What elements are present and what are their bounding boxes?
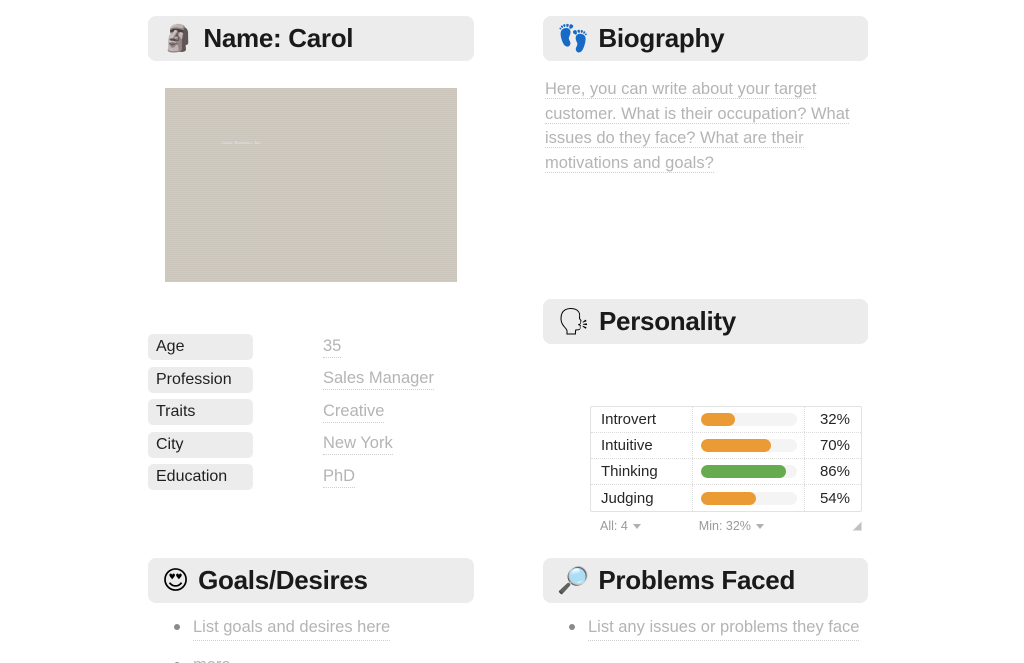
attribute-key[interactable]: Traits xyxy=(148,399,253,426)
biography-body[interactable]: Here, you can write about your target cu… xyxy=(543,77,868,175)
right-column: 👣 Biography Here, you can write about yo… xyxy=(543,0,868,175)
problems-section: 🔎 Problems Faced List any issues or prob… xyxy=(543,558,868,641)
persona-canvas: 🗿 Name: Carol Gator Boosters, Inc. Age 3… xyxy=(0,0,1024,663)
table-row[interactable]: Intuitive 70% xyxy=(591,433,861,459)
attribute-row: City New York xyxy=(148,429,474,462)
trait-bar-cell xyxy=(693,485,805,511)
attribute-key[interactable]: Education xyxy=(148,464,253,491)
attribute-value[interactable]: New York xyxy=(323,434,393,456)
personality-section-banner[interactable]: 🗣 Personality xyxy=(543,299,868,344)
min-value-label: Min: 32% xyxy=(698,519,751,533)
trait-bar-fill xyxy=(700,465,786,478)
trait-percent: 54% xyxy=(819,489,850,507)
trait-percent: 70% xyxy=(819,437,850,454)
attribute-value-cell[interactable]: Sales Manager xyxy=(323,367,434,393)
problems-section-title: Problems Faced xyxy=(598,565,796,595)
list-item[interactable]: List any issues or problems they face xyxy=(543,615,868,641)
biography-section-title: Biography xyxy=(598,23,725,53)
trait-percent: 32% xyxy=(819,411,850,428)
personality-section: 🗣 Personality xyxy=(543,299,868,344)
magnifying-glass-icon: 🔎 xyxy=(557,565,590,596)
goals-section-title: Goals/Desires xyxy=(198,565,368,595)
trait-bar-fill xyxy=(700,491,757,505)
personality-table-footer: All: 4 Min: 32% xyxy=(590,512,862,536)
heart-eyes-icon: 😍 xyxy=(162,565,190,596)
all-count-label: All: 4 xyxy=(600,519,628,533)
trait-bar-fill xyxy=(700,439,771,452)
trait-bar-track xyxy=(700,491,797,505)
table-row[interactable]: Thinking 86% xyxy=(591,459,861,485)
goals-section-banner[interactable]: 😍 Goals/Desires xyxy=(148,558,474,603)
attribute-value[interactable]: Sales Manager xyxy=(323,369,434,391)
chevron-down-icon xyxy=(632,523,641,529)
name-section-title: Name: Carol xyxy=(203,23,354,53)
list-item[interactable]: more xyxy=(148,653,474,663)
left-column: 🗿 Name: Carol xyxy=(148,0,474,61)
goals-list: List goals and desires here more xyxy=(148,615,474,663)
attribute-row: Traits Creative xyxy=(148,396,474,429)
attribute-value[interactable]: 35 xyxy=(323,337,342,358)
goals-section: 😍 Goals/Desires List goals and desires h… xyxy=(148,558,474,663)
trait-percent: 86% xyxy=(819,463,850,480)
trait-bar-track xyxy=(700,465,797,478)
list-item-text[interactable]: more xyxy=(193,653,231,663)
attribute-row: Age 35 xyxy=(148,331,474,364)
photo-grain-overlay xyxy=(165,88,457,282)
trait-bar-cell xyxy=(693,459,805,484)
trait-bar-cell xyxy=(693,433,805,458)
speaking-head-icon: 🗣 xyxy=(557,306,591,337)
personality-table: Introvert 32% Intuitive 70% Thinking 86%… xyxy=(590,406,862,512)
trait-name: Thinking xyxy=(591,459,693,484)
attribute-value-cell[interactable]: Creative xyxy=(323,399,385,425)
personality-section-title: Personality xyxy=(599,306,736,336)
list-item[interactable]: List goals and desires here xyxy=(148,615,474,641)
attribute-list: Age 35 Profession Sales Manager Traits C… xyxy=(148,331,474,494)
attribute-row: Profession Sales Manager xyxy=(148,364,474,397)
attribute-value-cell[interactable]: New York xyxy=(323,432,393,458)
trait-bar-track xyxy=(700,439,797,452)
problems-list: List any issues or problems they face xyxy=(543,615,868,641)
bullet-icon xyxy=(174,624,180,630)
list-item-text[interactable]: List goals and desires here xyxy=(193,615,391,641)
problems-section-banner[interactable]: 🔎 Problems Faced xyxy=(543,558,868,603)
trait-bar-track xyxy=(700,413,797,426)
chevron-down-icon xyxy=(755,523,764,529)
bullet-icon xyxy=(569,624,575,630)
attribute-key[interactable]: City xyxy=(148,431,253,458)
attribute-row: Education PhD xyxy=(148,461,474,494)
list-item-text[interactable]: List any issues or problems they face xyxy=(588,615,860,641)
trait-bar-fill xyxy=(700,413,736,426)
footprints-icon: 👣 xyxy=(557,23,590,54)
min-value-dropdown[interactable]: Min: 32% xyxy=(699,519,764,533)
attribute-value-cell[interactable]: PhD xyxy=(323,464,356,490)
trait-name: Intuitive xyxy=(591,433,693,458)
attribute-value[interactable]: Creative xyxy=(323,402,385,423)
trait-name: Judging xyxy=(591,485,693,511)
name-section-banner[interactable]: 🗿 Name: Carol xyxy=(148,16,474,61)
attribute-key[interactable]: Profession xyxy=(148,366,253,393)
attribute-key[interactable]: Age xyxy=(148,334,253,361)
table-row[interactable]: Judging 54% xyxy=(591,485,861,511)
persona-photo[interactable]: Gator Boosters, Inc. xyxy=(165,88,457,282)
trait-bar-cell xyxy=(693,407,805,432)
all-count-dropdown[interactable]: All: 4 xyxy=(600,519,641,533)
personality-table-wrapper: Introvert 32% Intuitive 70% Thinking 86%… xyxy=(590,406,862,536)
biography-text[interactable]: Here, you can write about your target cu… xyxy=(545,80,850,173)
resize-handle-icon[interactable] xyxy=(851,520,863,532)
attribute-value-cell[interactable]: 35 xyxy=(323,334,342,360)
attribute-value[interactable]: PhD xyxy=(323,467,356,488)
moai-icon: 🗿 xyxy=(162,23,195,54)
trait-name: Introvert xyxy=(591,407,693,432)
table-row[interactable]: Introvert 32% xyxy=(591,407,861,433)
biography-section-banner[interactable]: 👣 Biography xyxy=(543,16,868,61)
